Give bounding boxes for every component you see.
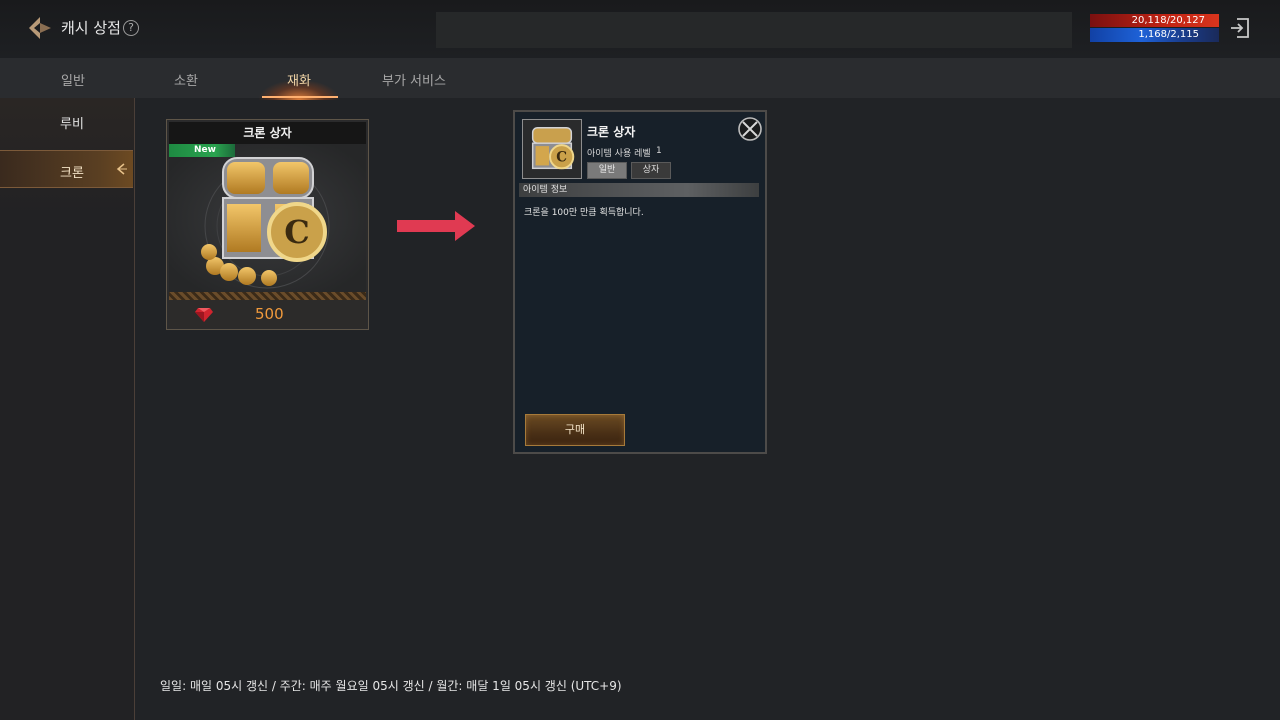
- active-tab-indicator: [262, 96, 338, 98]
- close-icon[interactable]: [736, 115, 764, 143]
- tab-additional-services[interactable]: 부가 서비스: [382, 70, 446, 89]
- item-detail-panel: C 크론 상자 아이템 사용 레벨 1 일반 상자 아이템 정보 크론을 100…: [513, 110, 767, 454]
- ruby-icon: [195, 308, 213, 322]
- treasure-chest-icon: C: [169, 144, 366, 292]
- tab-general[interactable]: 일반: [61, 70, 85, 89]
- sidebar-item-label: 크론: [60, 166, 84, 181]
- help-icon[interactable]: ?: [123, 20, 139, 36]
- item-name: 크론 상자: [587, 125, 636, 139]
- page-title: 캐시 상점: [61, 19, 121, 37]
- tab-currency[interactable]: 재화: [287, 70, 311, 89]
- category-chip-general: 일반: [587, 162, 627, 179]
- sidebar: 루비 크론: [0, 98, 135, 720]
- exit-icon[interactable]: [1228, 16, 1252, 40]
- sidebar-item-label: 루비: [60, 117, 84, 132]
- item-info-header: 아이템 정보: [519, 183, 759, 197]
- category-chip-box: 상자: [631, 162, 671, 179]
- back-arrow-icon[interactable]: [26, 14, 54, 42]
- new-badge: New: [169, 144, 235, 157]
- header-blank-area: [436, 12, 1072, 48]
- svg-text:C: C: [284, 213, 309, 251]
- chevron-left-icon: [116, 163, 127, 175]
- buy-button[interactable]: 구매: [525, 414, 625, 446]
- product-card[interactable]: 크론 상자 C New 500: [166, 119, 369, 330]
- arrow-right-icon: [397, 211, 475, 241]
- svg-text:C: C: [556, 150, 567, 166]
- product-title: 크론 상자: [169, 122, 366, 144]
- item-level-value: 1: [656, 146, 662, 156]
- price-row: 500: [169, 300, 366, 328]
- item-thumbnail: C: [522, 119, 582, 179]
- item-description: 크론을 100만 만큼 획득합니다.: [524, 208, 644, 218]
- sidebar-item-kron[interactable]: 크론: [0, 150, 133, 188]
- sidebar-item-ruby[interactable]: 루비: [0, 102, 133, 140]
- decorative-band: [169, 292, 366, 300]
- item-level-label: 아이템 사용 레벨: [587, 149, 651, 159]
- mp-bar: 1,168/2,115: [1090, 28, 1219, 42]
- hp-bar: 20,118/20,127: [1090, 14, 1219, 27]
- price-value: 500: [255, 305, 284, 323]
- reset-schedule-note: 일일: 매일 05시 갱신 / 주간: 매주 월요일 05시 갱신 / 월간: …: [160, 679, 622, 693]
- tab-summon[interactable]: 소환: [174, 70, 198, 89]
- top-bar: 캐시 상점 ? 20,118/20,127 1,168/2,115: [0, 0, 1280, 58]
